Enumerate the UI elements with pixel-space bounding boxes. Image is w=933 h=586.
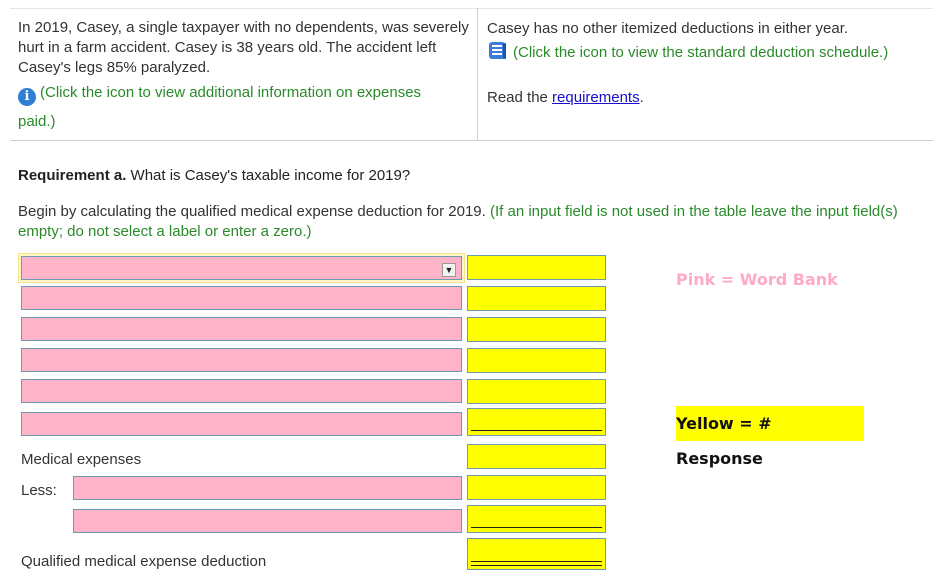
read-prefix: Read the bbox=[487, 89, 553, 106]
other-deductions-text: Casey has no other itemized deductions i… bbox=[487, 20, 849, 37]
qualified-deduction-label: Qualified medical expense deduction bbox=[21, 553, 267, 570]
amount-input-2[interactable] bbox=[467, 286, 606, 311]
top-divider bbox=[10, 8, 933, 9]
info-note-line1[interactable]: (Click the icon to view additional infor… bbox=[40, 84, 421, 101]
amount-input-5[interactable] bbox=[467, 379, 606, 404]
label-dropdown-3[interactable] bbox=[21, 317, 462, 341]
label-dropdown-2[interactable] bbox=[21, 286, 462, 310]
requirements-link[interactable]: requirements bbox=[552, 89, 640, 106]
standard-deduction-link[interactable]: (Click the icon to view the standard ded… bbox=[513, 44, 888, 61]
legend-yellow: Yellow = # Response bbox=[676, 406, 864, 468]
label-dropdown-1[interactable]: ▼ bbox=[21, 256, 462, 280]
legend-pink: Pink = Word Bank bbox=[676, 270, 838, 289]
chevron-down-icon[interactable]: ▼ bbox=[442, 263, 456, 277]
less-input-2[interactable] bbox=[467, 505, 606, 533]
less-dropdown-2[interactable] bbox=[73, 509, 462, 533]
read-suffix: . bbox=[639, 89, 644, 106]
column-divider bbox=[477, 8, 478, 140]
info-icon[interactable]: i bbox=[18, 88, 36, 106]
book-icon[interactable] bbox=[487, 41, 509, 61]
medical-expenses-label: Medical expenses bbox=[21, 451, 142, 468]
info-note: i (Click the icon to view additional info… bbox=[18, 83, 473, 106]
instructions: Begin by calculating the qualified medic… bbox=[18, 202, 923, 242]
requirement-heading: Requirement a. What is Casey's taxable i… bbox=[18, 166, 410, 186]
label-dropdown-4[interactable] bbox=[21, 348, 462, 372]
read-requirements: Read the requirements. bbox=[487, 88, 644, 108]
instruction-text: Begin by calculating the qualified medic… bbox=[18, 203, 486, 220]
problem-description: In 2019, Casey, a single taxpayer with n… bbox=[18, 19, 469, 76]
amount-input-4[interactable] bbox=[467, 348, 606, 373]
standard-deduction-note: (Click the icon to view the standard ded… bbox=[487, 41, 932, 63]
amount-input-6[interactable] bbox=[467, 408, 606, 436]
medical-expenses-input[interactable] bbox=[467, 444, 606, 469]
qualified-deduction-input[interactable] bbox=[467, 538, 606, 570]
less-dropdown-1[interactable] bbox=[73, 476, 462, 500]
requirement-question: What is Casey's taxable income for 2019? bbox=[126, 167, 411, 184]
amount-input-3[interactable] bbox=[467, 317, 606, 342]
amount-input-1[interactable] bbox=[467, 255, 606, 280]
label-dropdown-5[interactable] bbox=[21, 379, 462, 403]
label-dropdown-6[interactable] bbox=[21, 412, 462, 436]
less-label: Less: bbox=[21, 482, 57, 499]
requirement-label: Requirement a. bbox=[18, 167, 127, 184]
section-divider bbox=[10, 140, 933, 141]
less-input-1[interactable] bbox=[467, 475, 606, 500]
info-note-line2: paid.) bbox=[18, 113, 56, 130]
